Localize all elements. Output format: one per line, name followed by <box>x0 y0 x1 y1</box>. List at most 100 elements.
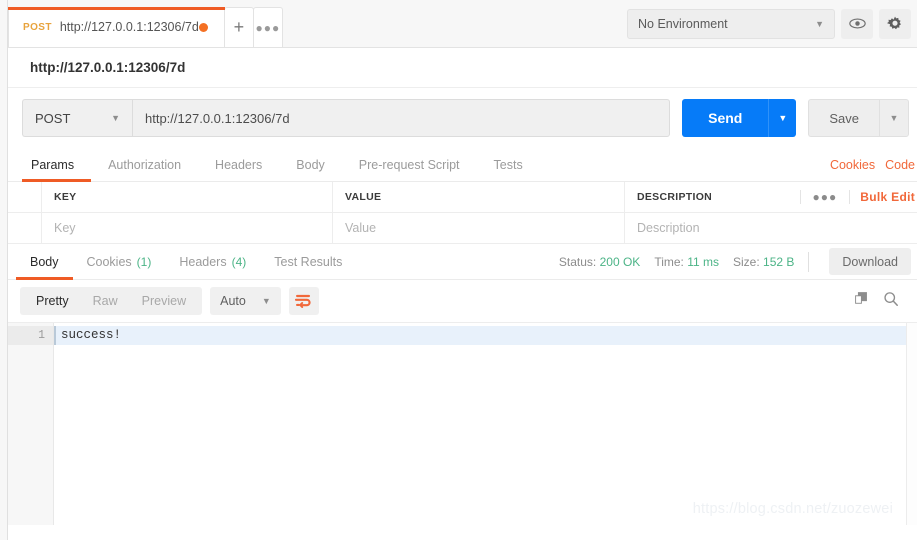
watermark: https://blog.csdn.net/zuozewei <box>692 501 893 517</box>
url-input-value: http://127.0.0.1:12306/7d <box>145 110 290 126</box>
tab-pre-request-script-label: Pre-request Script <box>358 157 460 172</box>
response-body-viewer[interactable]: 1 success! https://blog.csdn.net/zuozewe… <box>8 322 917 525</box>
params-header-checkbox-cell <box>8 182 42 212</box>
params-table: KEY VALUE DESCRIPTION ●●● Bulk Edit Key … <box>8 182 917 244</box>
send-options-button[interactable]: ▼ <box>768 99 797 137</box>
request-name-bar: http://127.0.0.1:12306/7d <box>8 48 917 88</box>
tab-authorization[interactable]: Authorization <box>91 148 198 181</box>
tab-params-label: Params <box>31 157 75 172</box>
copy-button[interactable] <box>854 291 869 311</box>
download-button[interactable]: Download <box>829 248 911 275</box>
response-meta: Status: 200 OK Time: 11 ms Size: 152 B D… <box>559 244 917 279</box>
time-value: 11 ms <box>687 254 720 269</box>
response-body-toolbar: Pretty Raw Preview Auto ▼ <box>8 280 917 322</box>
response-tab-cookies[interactable]: Cookies (1) <box>73 244 166 279</box>
request-tab-url: http://127.0.0.1:12306/7d <box>59 20 199 34</box>
status-metric: Status: 200 OK <box>559 255 640 269</box>
response-tab-test-results[interactable]: Test Results <box>260 244 356 279</box>
chevron-down-icon: ▼ <box>111 113 120 123</box>
tab-authorization-label: Authorization <box>108 157 182 172</box>
save-button[interactable]: Save <box>808 99 879 137</box>
send-button-group: Send ▼ <box>682 99 797 137</box>
code-line: success! <box>54 326 917 345</box>
param-description-input[interactable]: Description <box>625 213 917 243</box>
settings-button[interactable] <box>879 8 911 39</box>
cookies-link[interactable]: Cookies <box>830 158 875 172</box>
tab-tests-label: Tests <box>493 157 523 172</box>
tab-strip: POST http://127.0.0.1:12306/7d + ●●● No … <box>7 0 917 48</box>
response-view-segment: Pretty Raw Preview <box>20 287 203 315</box>
eye-icon <box>848 18 866 29</box>
table-row[interactable]: Key Value Description <box>8 213 917 244</box>
tab-headers-label: Headers <box>215 157 263 172</box>
http-method-value: POST <box>35 110 71 126</box>
chevron-down-icon: ▼ <box>889 113 899 123</box>
param-key-input[interactable]: Key <box>42 213 333 243</box>
params-header-value: VALUE <box>333 182 625 212</box>
size-value: 152 B <box>763 254 795 269</box>
left-panel-edge <box>0 0 8 540</box>
tab-body-label: Body <box>296 157 325 172</box>
send-button[interactable]: Send <box>682 99 769 137</box>
response-toolbar-actions <box>854 291 909 312</box>
request-tab[interactable]: POST http://127.0.0.1:12306/7d <box>7 7 225 47</box>
view-pretty-button[interactable]: Pretty <box>24 294 81 308</box>
time-metric: Time: 11 ms <box>654 255 719 269</box>
ellipsis-icon: ●●● <box>255 20 281 35</box>
environment-selector[interactable]: No Environment ▼ <box>627 8 835 39</box>
response-tab-cookies-label: Cookies <box>86 254 132 269</box>
response-tab-cookies-count: (1) <box>136 254 152 269</box>
chevron-down-icon: ▼ <box>261 296 271 306</box>
request-tab-method: POST <box>23 21 52 33</box>
url-input[interactable]: http://127.0.0.1:12306/7d <box>132 99 671 137</box>
request-tabs-container: POST http://127.0.0.1:12306/7d + ●●● <box>7 0 617 47</box>
line-number-gutter: 1 <box>8 323 54 525</box>
search-icon <box>884 291 898 306</box>
tab-pre-request-script[interactable]: Pre-request Script <box>342 148 477 181</box>
search-button[interactable] <box>883 291 899 312</box>
chevron-down-icon: ▼ <box>778 113 788 123</box>
response-tab-headers[interactable]: Headers (4) <box>165 244 260 279</box>
divider <box>808 251 810 272</box>
save-options-button[interactable]: ▼ <box>879 99 909 137</box>
url-bar: POST ▼ http://127.0.0.1:12306/7d Send ▼ … <box>8 88 917 148</box>
environment-selected-label: No Environment <box>638 16 728 31</box>
ellipsis-icon[interactable]: ●●● <box>799 190 850 204</box>
tab-options-button[interactable]: ●●● <box>252 7 283 47</box>
response-tab-headers-count: (4) <box>231 254 247 269</box>
view-preview-button[interactable]: Preview <box>130 294 198 308</box>
param-row-checkbox[interactable] <box>8 213 42 243</box>
word-wrap-button[interactable] <box>288 287 319 315</box>
response-body-code[interactable]: success! <box>54 323 917 525</box>
line-number: 1 <box>8 326 53 345</box>
tab-params[interactable]: Params <box>22 148 92 182</box>
copy-icon <box>855 292 867 304</box>
tab-body[interactable]: Body <box>279 148 342 181</box>
response-format-select[interactable]: Auto ▼ <box>210 287 281 315</box>
environment-area: No Environment ▼ <box>617 0 917 47</box>
response-format-value: Auto <box>220 294 246 308</box>
tab-tests[interactable]: Tests <box>477 148 540 181</box>
postman-window: POST http://127.0.0.1:12306/7d + ●●● No … <box>7 0 917 540</box>
vertical-scrollbar[interactable] <box>906 323 917 525</box>
param-value-input[interactable]: Value <box>333 213 625 243</box>
bulk-edit-link[interactable]: Bulk Edit <box>849 190 915 204</box>
request-name-label: http://127.0.0.1:12306/7d <box>30 60 186 75</box>
code-link[interactable]: Code <box>885 158 915 172</box>
http-method-select[interactable]: POST ▼ <box>22 99 132 137</box>
view-raw-button[interactable]: Raw <box>81 294 130 308</box>
size-label: Size: <box>733 254 760 269</box>
new-tab-button[interactable]: + <box>223 7 254 47</box>
response-tab-bar: Body Cookies (1) Headers (4) Test Result… <box>8 244 917 280</box>
word-wrap-icon <box>295 294 311 308</box>
response-tab-headers-label: Headers <box>179 254 227 269</box>
request-tab-bar: Params Authorization Headers Body Pre-re… <box>8 148 917 182</box>
tab-headers[interactable]: Headers <box>198 148 279 181</box>
params-header-key: KEY <box>42 182 333 212</box>
plus-icon: + <box>233 17 245 37</box>
params-header-actions: ●●● Bulk Edit <box>799 190 917 204</box>
environment-quick-look-button[interactable] <box>841 8 873 39</box>
unsaved-dot-icon[interactable] <box>198 22 208 32</box>
time-label: Time: <box>654 254 684 269</box>
response-tab-body[interactable]: Body <box>16 244 73 280</box>
